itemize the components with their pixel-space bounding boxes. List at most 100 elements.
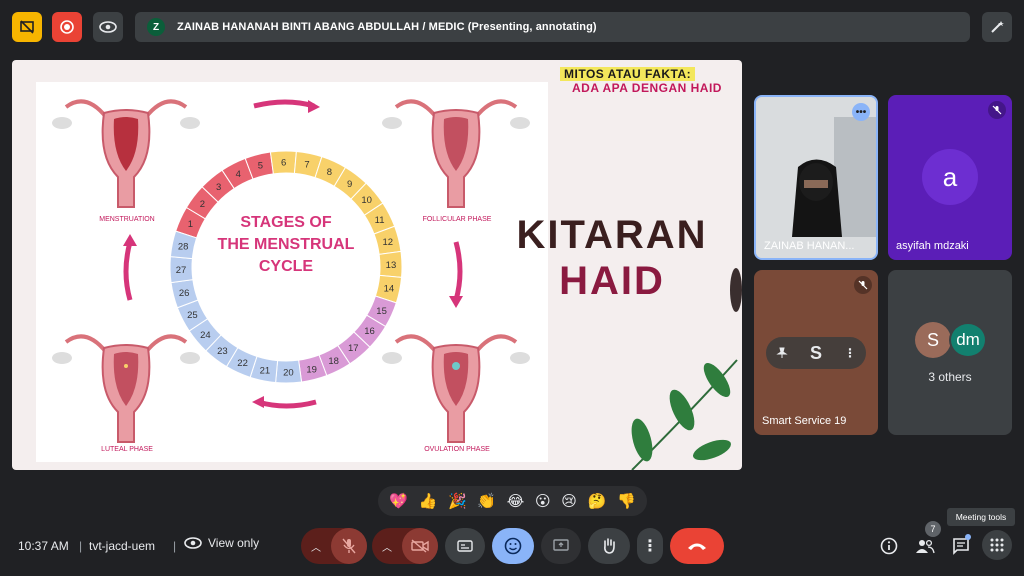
meeting-details-button[interactable] [877, 534, 901, 558]
apps-grid-icon [990, 538, 1004, 552]
annotate-button[interactable] [982, 12, 1012, 42]
avatar: S [915, 322, 951, 358]
uterus-illustration-ovulation [382, 334, 530, 443]
cycle-day-label: 17 [348, 343, 359, 354]
cycle-day-label: 6 [281, 158, 286, 169]
participant-tile-others[interactable]: S dm 3 others [888, 270, 1012, 435]
people-button[interactable]: 7 [913, 521, 941, 558]
cycle-day-label: 15 [376, 306, 387, 317]
cycle-title-line2: THE MENSTRUAL [218, 236, 355, 253]
cycle-day-label: 27 [176, 265, 187, 276]
mic-off-icon [988, 101, 1006, 119]
emoji-icon [504, 537, 522, 555]
video-feed [756, 97, 876, 258]
presentation-off-button[interactable] [12, 12, 42, 42]
cycle-day-label: 23 [217, 346, 228, 357]
cycle-day-label: 14 [384, 284, 395, 295]
people-icon [916, 539, 935, 554]
meeting-tools-tooltip: Meeting tools [947, 508, 1015, 526]
meeting-time: 10:37 AM [18, 539, 69, 553]
camera-options-chevron[interactable]: ︿ [382, 539, 392, 554]
recording-button[interactable] [52, 12, 82, 42]
cycle-diagram-panel: 1 2 3 4 5 6 7 8 9 10 11 12 13 14 15 16 17 18 19 20 21 22 23 24 2… [36, 82, 548, 462]
reaction-crying[interactable]: 😢 [561, 492, 577, 510]
mic-options-chevron[interactable]: ︿ [311, 539, 321, 554]
record-icon [60, 20, 74, 34]
participant-tile-asyifah[interactable]: a asyifah mdzaki [888, 95, 1012, 260]
more-options-button[interactable]: ⋮ [637, 528, 663, 564]
eye-icon [184, 537, 202, 549]
cycle-day-label: 22 [237, 358, 248, 369]
cycle-day-label: 12 [383, 237, 394, 248]
reactions-button[interactable] [492, 528, 534, 564]
cycle-day-label: 20 [283, 367, 294, 378]
mic-control-group: ︿ [301, 528, 367, 564]
screen-off-icon [20, 20, 34, 34]
participant-tile-zainab[interactable]: ••• ZAINAB HANAN... [754, 95, 878, 260]
cycle-day-label: 19 [306, 364, 317, 375]
pin-icon[interactable] [776, 347, 788, 359]
info-icon [880, 537, 898, 555]
reaction-thumbs-up[interactable]: 👍 [419, 492, 438, 510]
camera-control-group: ︿ [372, 528, 438, 564]
leave-call-button[interactable] [670, 528, 724, 564]
cycle-arrow-right [453, 241, 463, 301]
camera-off-icon [411, 539, 429, 553]
chat-button[interactable] [949, 534, 973, 558]
uterus-illustration-follicular [382, 99, 530, 208]
cycle-day-label: 7 [304, 160, 309, 171]
reaction-thinking[interactable]: 🤔 [588, 492, 607, 510]
cycle-title-line3: CYCLE [259, 258, 314, 275]
reaction-surprised[interactable]: 😮 [535, 492, 551, 510]
mic-toggle-button[interactable] [331, 528, 367, 564]
view-button[interactable] [93, 12, 123, 42]
menstrual-cycle-diagram: 12345 6 7891011121314151617181920212223242… [52, 99, 530, 443]
cycle-day-label: 21 [260, 365, 271, 376]
captions-icon [457, 540, 473, 552]
meeting-divider: | [79, 539, 83, 553]
presenter-avatar: Z [147, 18, 165, 36]
participant-tile-smart-service[interactable]: S ⋮ Smart Service 19 [754, 270, 878, 435]
raise-hand-button[interactable] [588, 528, 630, 564]
slide-heading-line1: KITARAN [516, 213, 708, 257]
cycle-day-label: 24 [200, 330, 211, 341]
avatar: dm [949, 322, 987, 358]
participant-name-zainab: ZAINAB HANAN... [764, 240, 855, 252]
cycle-day-label: 9 [347, 179, 352, 190]
label-follicular: FOLLICULAR PHASE [422, 216, 492, 223]
mic-off-icon [342, 538, 356, 554]
reaction-sparkling-heart[interactable]: 💖 [389, 492, 408, 510]
reaction-thumbs-down[interactable]: 👎 [617, 492, 636, 510]
others-count-label: 3 others [928, 370, 972, 384]
reaction-bar: 💖 👍 🎉 👏 😂 😮 😢 🤔 👎 [378, 486, 647, 516]
uterus-illustration-menstruation [52, 99, 200, 208]
presenter-banner: Z ZAINAB HANANAH BINTI ABANG ABDULLAH / … [135, 12, 970, 42]
leaf-decoration [631, 268, 742, 470]
cycle-day-label: 5 [258, 161, 263, 172]
cycle-day-label: 2 [200, 199, 205, 210]
camera-toggle-button[interactable] [402, 528, 438, 564]
more-vert-icon[interactable]: ⋮ [844, 346, 856, 360]
slide-title-line1: MITOS ATAU FAKTA: [560, 67, 696, 81]
present-screen-icon [553, 539, 569, 551]
logo-icon: S [809, 342, 822, 363]
reaction-laughing[interactable]: 😂 [507, 492, 525, 510]
captions-button[interactable] [445, 528, 485, 564]
meeting-tools-button[interactable] [982, 530, 1012, 560]
people-count-badge: 7 [925, 521, 941, 537]
present-now-button[interactable] [541, 528, 581, 564]
label-luteal: LUTEAL PHASE [101, 446, 153, 453]
participant-name-asyifah: asyifah mdzaki [896, 240, 969, 252]
view-only-indicator: View only [184, 536, 259, 550]
label-menstruation: MENSTRUATION [99, 216, 155, 223]
reaction-party-popper[interactable]: 🎉 [448, 492, 467, 510]
cycle-day-label: 1 [188, 219, 193, 230]
mic-off-icon [854, 276, 872, 294]
cycle-day-label: 28 [178, 241, 189, 252]
pen-sparkle-icon [991, 21, 1004, 33]
reaction-clapping[interactable]: 👏 [477, 492, 496, 510]
hand-icon [604, 538, 615, 554]
more-options-icon[interactable]: ••• [852, 103, 870, 121]
label-ovulation: OVULATION PHASE [424, 446, 490, 453]
cycle-day-label: 11 [375, 215, 385, 226]
